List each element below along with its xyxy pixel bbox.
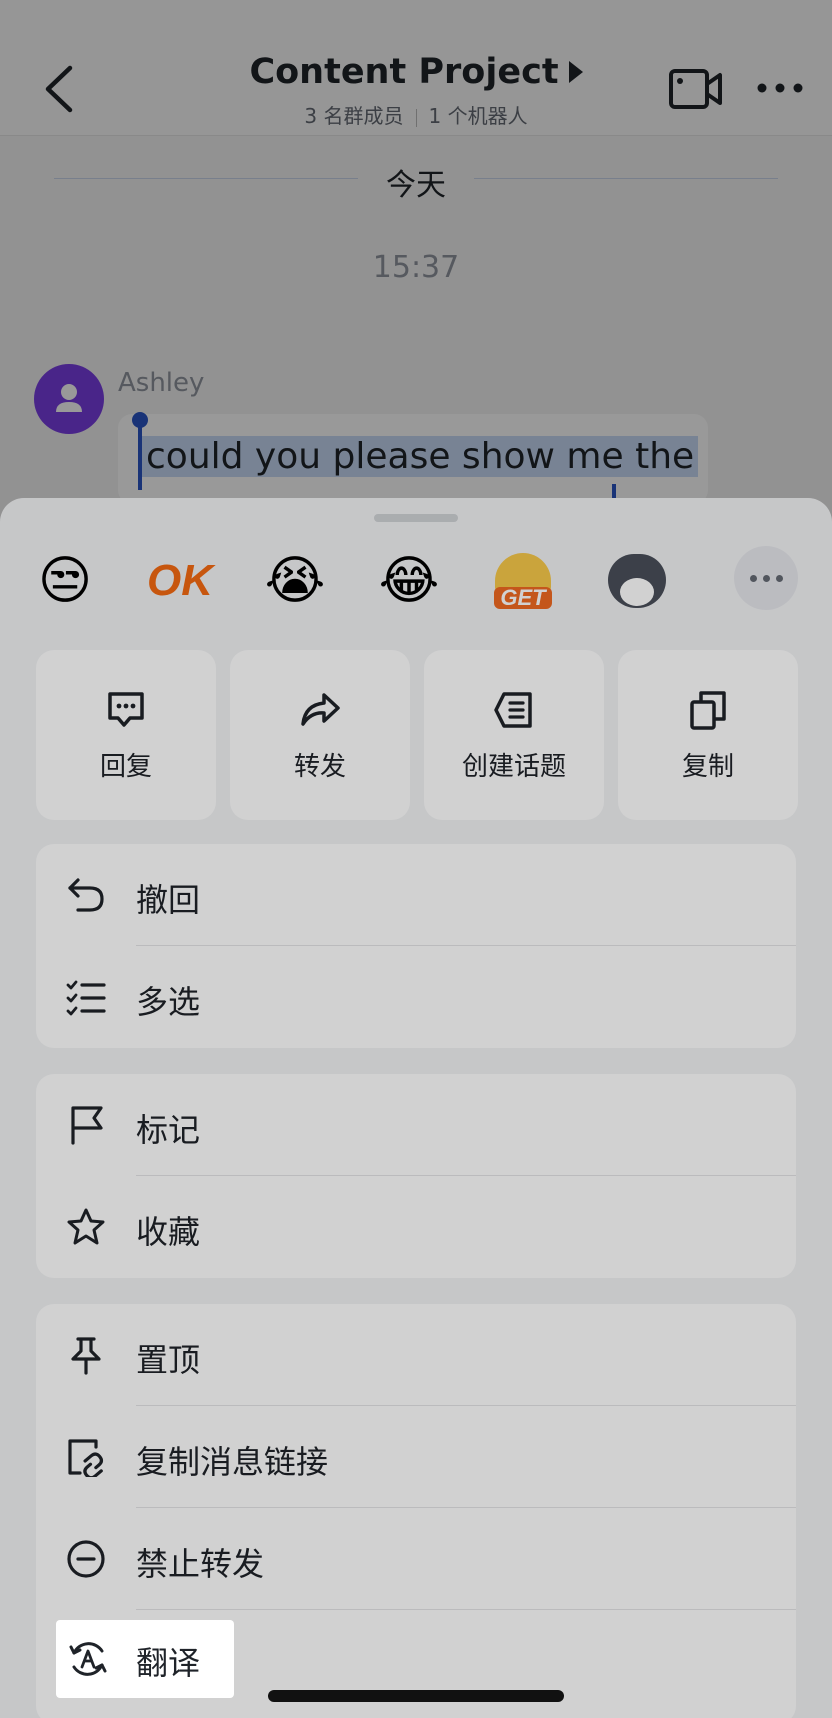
- screen: Content Project 3 名群成员 1 个机器人 今天 15:37 As…: [0, 0, 832, 1718]
- reaction-row: 😒 OK 😭 😂 GET: [0, 548, 832, 618]
- translate-label: 翻译: [136, 1644, 201, 1682]
- home-indicator[interactable]: [268, 1690, 564, 1702]
- undo-icon: [68, 878, 104, 912]
- copy-label: 复制: [681, 752, 734, 782]
- sheet-grabber[interactable]: [374, 514, 458, 522]
- reply-label: 回复: [99, 752, 152, 782]
- menu-item-flag[interactable]: 标记: [36, 1074, 796, 1176]
- menu-item-disable-forward[interactable]: 禁止转发: [36, 1508, 796, 1610]
- menu-group-2: 标记 收藏: [36, 1074, 796, 1278]
- menu-group-1: 撤回 多选: [36, 844, 796, 1048]
- star-icon: [67, 1208, 105, 1245]
- forward-button[interactable]: 转发: [230, 650, 410, 820]
- translate-icon: [69, 1642, 107, 1676]
- create-topic-button[interactable]: 创建话题: [424, 650, 604, 820]
- forward-label: 转发: [293, 752, 346, 782]
- crying-laughing-face-icon[interactable]: 😭: [262, 548, 328, 614]
- menu-item-recall[interactable]: 撤回: [36, 844, 796, 946]
- disable-forward-label: 禁止转发: [136, 1545, 265, 1583]
- create-topic-label: 创建话题: [461, 752, 566, 782]
- translate-highlight[interactable]: 翻译: [56, 1620, 234, 1698]
- copy-icon: [690, 691, 726, 730]
- tears-of-joy-face-icon[interactable]: 😂: [376, 548, 442, 614]
- unamused-face-icon[interactable]: 😒: [32, 548, 98, 614]
- favorite-label: 收藏: [136, 1213, 201, 1251]
- link-icon: [68, 1439, 104, 1477]
- menu-item-copy-link[interactable]: 复制消息链接: [36, 1406, 796, 1508]
- dot: [775, 574, 783, 582]
- quick-actions: 回复 转发 创建话题 复制: [36, 650, 798, 820]
- dot: [749, 574, 757, 582]
- reply-icon: [108, 692, 144, 727]
- multi-select-icon: [66, 980, 106, 1016]
- get-sticker-icon[interactable]: GET: [490, 548, 556, 614]
- flag-label: 标记: [136, 1111, 201, 1149]
- more-reactions-button[interactable]: [734, 546, 798, 610]
- copy-button[interactable]: 复制: [618, 650, 798, 820]
- ok-sticker-icon[interactable]: OK: [140, 548, 220, 614]
- create-topic-icon: [494, 692, 532, 728]
- pin-label: 置顶: [136, 1341, 201, 1379]
- menu-item-favorite[interactable]: 收藏: [36, 1176, 796, 1278]
- husky-dog-head: [608, 554, 666, 608]
- flag-icon: [71, 1106, 103, 1145]
- get-sticker-label: GET: [494, 587, 552, 609]
- multiselect-label: 多选: [136, 983, 201, 1021]
- husky-dog-icon[interactable]: [604, 548, 670, 614]
- forward-icon: [301, 693, 340, 726]
- menu-item-pin[interactable]: 置顶: [36, 1304, 796, 1406]
- minus-circle-icon: [67, 1540, 105, 1578]
- reply-button[interactable]: 回复: [36, 650, 216, 820]
- recall-label: 撤回: [136, 881, 201, 919]
- copy-link-label: 复制消息链接: [136, 1443, 329, 1481]
- message-action-sheet: 😒 OK 😭 😂 GET 回复 转发 创建话题 复制 撤回 多选 标记 收藏 置…: [0, 498, 832, 1718]
- menu-item-multiselect[interactable]: 多选: [36, 946, 796, 1048]
- dot: [762, 574, 770, 582]
- pin-icon: [71, 1337, 101, 1375]
